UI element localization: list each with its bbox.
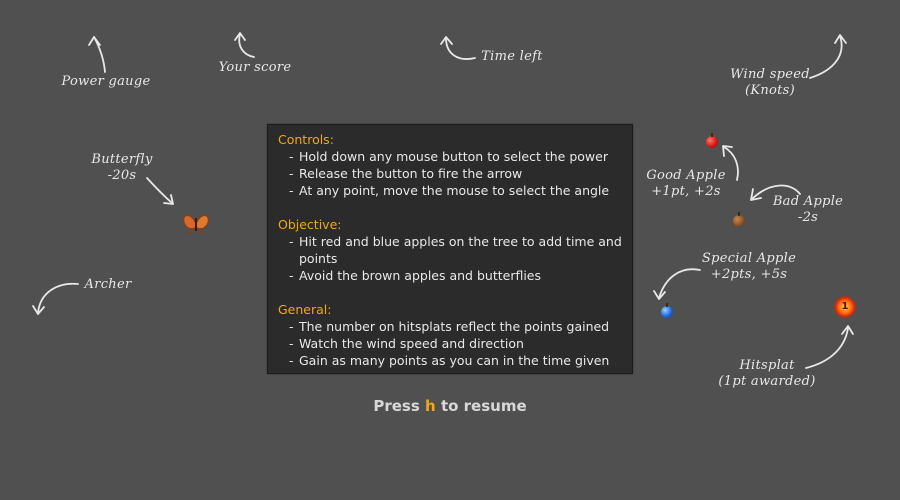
bad-apple-label: Bad Apple -2s — [772, 194, 844, 225]
objective-item: Avoid the brown apples and butterflies — [278, 267, 622, 284]
resume-key: h — [425, 397, 436, 415]
arrow-time-left — [440, 36, 476, 60]
time-left-label: Time left — [481, 49, 543, 64]
archer-label: Archer — [84, 277, 132, 292]
controls-item: At any point, move the mouse to select t… — [278, 182, 622, 199]
hitsplat-icon: 1 — [834, 296, 856, 318]
general-item: Watch the wind speed and direction — [278, 335, 622, 352]
objective-item: Hit red and blue apples on the tree to a… — [278, 233, 622, 267]
hitsplat-label: Hitsplat (1pt awarded) — [718, 358, 816, 389]
arrow-power-gauge — [88, 36, 106, 73]
butterfly-label: Butterfly -20s — [91, 152, 153, 183]
resume-suffix: to resume — [440, 397, 527, 415]
special-apple-label: Special Apple +2pts, +5s — [701, 251, 797, 282]
arrow-archer — [32, 282, 79, 315]
controls-item: Hold down any mouse button to select the… — [278, 148, 622, 165]
general-item: The number on hitsplats reflect the poin… — [278, 318, 622, 335]
resume-prefix: Press — [373, 397, 420, 415]
arrow-your-score — [234, 32, 255, 58]
controls-title: Controls: — [278, 132, 334, 147]
general-title: General: — [278, 302, 332, 317]
power-gauge-label: Power gauge — [61, 74, 151, 89]
controls-item: Release the button to fire the arrow — [278, 165, 622, 182]
bad-apple-icon — [733, 212, 745, 227]
butterfly-icon — [183, 215, 209, 235]
controls-section: Controls: Hold down any mouse button to … — [278, 131, 622, 199]
good-apple-label: Good Apple +1pt, +2s — [646, 168, 726, 199]
your-score-label: Your score — [218, 60, 292, 75]
wind-speed-label: Wind speed (Knots) — [730, 67, 810, 98]
general-section: General: The number on hitsplats reflect… — [278, 301, 622, 369]
general-item: Gain as many points as you can in the ti… — [278, 352, 622, 369]
arrow-special-apple — [653, 268, 701, 300]
instructions-panel: Controls: Hold down any mouse button to … — [267, 124, 633, 374]
objective-section: Objective: Hit red and blue apples on th… — [278, 216, 622, 284]
good-apple-icon — [706, 133, 718, 148]
objective-title: Objective: — [278, 217, 342, 232]
special-apple-icon — [661, 303, 673, 318]
resume-prompt: Press h to resume — [0, 397, 900, 415]
